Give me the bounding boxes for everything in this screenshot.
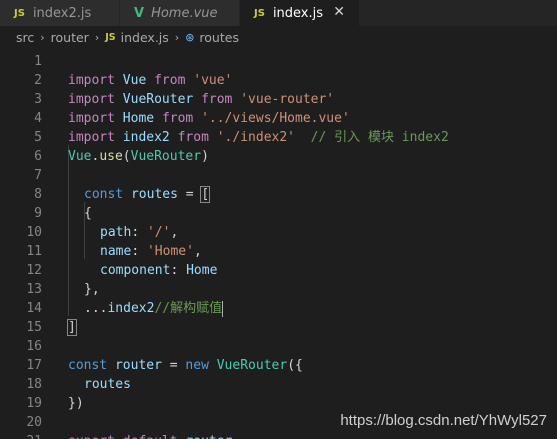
chevron-right-icon: › [174, 30, 180, 44]
chevron-right-icon: › [94, 30, 100, 44]
line-number: 10 [26, 225, 42, 240]
breadcrumb-router[interactable]: router [51, 30, 89, 45]
breadcrumb-file[interactable]: index.js [121, 30, 169, 45]
line-number: 20 [26, 415, 42, 430]
line-number: 7 [34, 168, 42, 183]
chevron-right-icon: › [40, 30, 45, 44]
line-number: 18 [26, 377, 42, 392]
line-number: 6 [34, 149, 42, 164]
tab-label: index.js [272, 5, 324, 21]
line-number: 11 [26, 244, 42, 259]
line-number: 1 [34, 54, 42, 69]
line-number: 13 [26, 282, 42, 297]
line-number: 15 [26, 320, 42, 335]
line-number: 12 [26, 263, 42, 278]
tab-index-js[interactable]: JS index.js ✕ [240, 0, 360, 26]
breadcrumb-src[interactable]: src [16, 30, 34, 45]
close-icon[interactable]: ✕ [333, 4, 345, 20]
breadcrumb: src › router › JS index.js › ⊛ routes [0, 26, 557, 48]
tab-bar: JS index2.js V Home.vue JS index.js ✕ [0, 0, 557, 26]
tab-index2-js[interactable]: JS index2.js [0, 0, 120, 26]
line-number: 14 [26, 301, 42, 316]
line-number: 5 [34, 130, 42, 145]
code-editor[interactable]: 1 import Vue from 'vue' 2 import VueRout… [0, 50, 557, 439]
line-number: 9 [34, 206, 42, 221]
line-number: 2 [34, 73, 42, 88]
line-number: 8 [34, 187, 42, 202]
variable-symbol-icon: ⊛ [185, 30, 195, 44]
line-number: 16 [26, 339, 42, 354]
js-file-icon: JS [105, 31, 116, 43]
tab-label: Home.vue [151, 5, 218, 21]
js-file-icon: JS [14, 7, 25, 19]
line-number: 17 [26, 358, 42, 373]
line-number: 21 [0, 432, 42, 439]
tab-label: index2.js [32, 5, 92, 21]
js-file-icon: JS [254, 7, 265, 19]
tab-home-vue[interactable]: V Home.vue [120, 0, 240, 26]
vue-file-icon: V [134, 5, 145, 21]
line-number: 4 [34, 111, 42, 126]
watermark: https://blog.csdn.net/YhWyl527 [340, 412, 547, 429]
line-number: 3 [34, 92, 42, 107]
breadcrumb-symbol[interactable]: routes [199, 30, 239, 45]
line-number: 19 [26, 396, 42, 411]
